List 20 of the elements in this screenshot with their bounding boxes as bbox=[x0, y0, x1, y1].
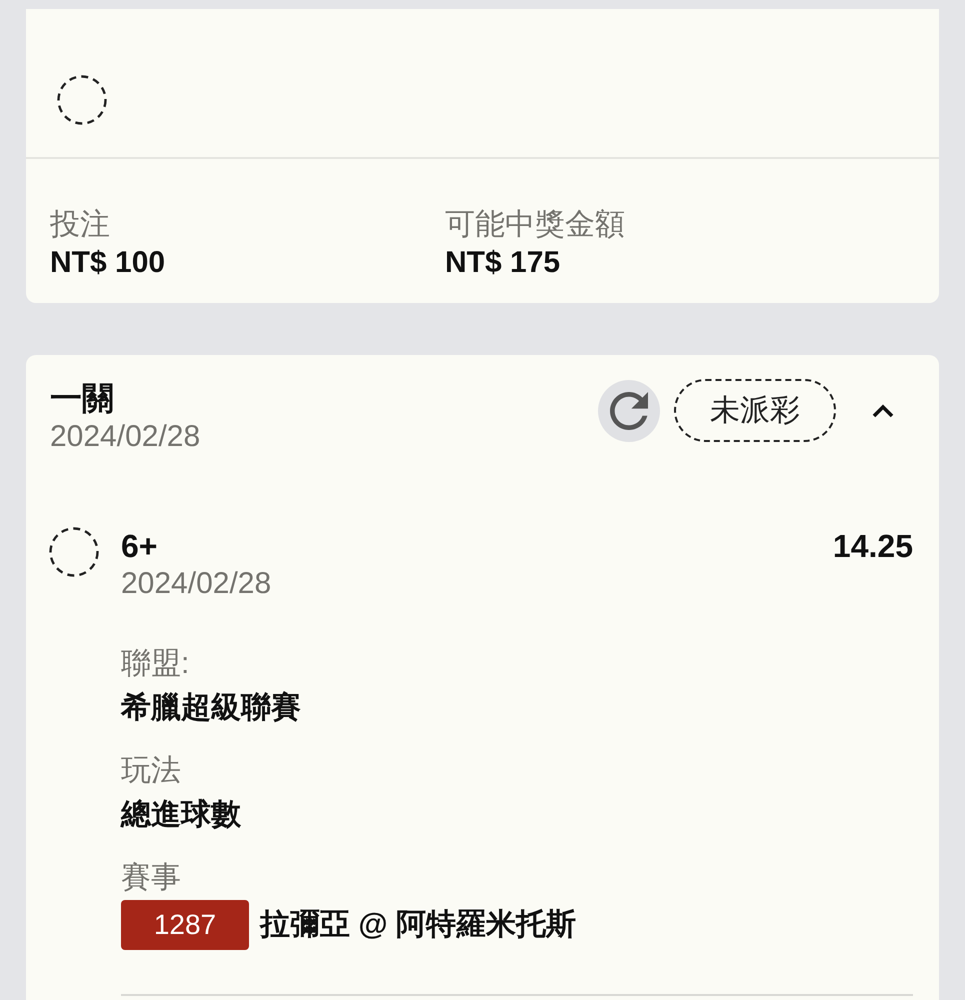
field-value: NT$ 175 bbox=[445, 245, 562, 281]
bet-type-title: 一關 bbox=[50, 379, 115, 417]
selection-pick: 6+ bbox=[121, 527, 158, 565]
selection-date: 2024/02/28 bbox=[121, 566, 272, 602]
detail-label: 聯盟: bbox=[121, 646, 190, 682]
field-label: 可能中獎金額 bbox=[445, 207, 626, 243]
dashed-circle-icon bbox=[49, 527, 99, 577]
dashed-circle-icon bbox=[57, 75, 107, 125]
match-number-tag: 1287 bbox=[121, 900, 249, 950]
status-tag: 未派彩 bbox=[674, 379, 836, 442]
match-teams: 拉彌亞 @ 阿特羅米托斯 bbox=[260, 907, 576, 943]
field-label: 投注 bbox=[50, 207, 111, 243]
detail-value: 總進球數 bbox=[121, 797, 242, 833]
refresh-icon bbox=[610, 392, 648, 430]
selection-odds: 14.25 bbox=[832, 527, 913, 565]
detail-label: 玩法 bbox=[121, 753, 182, 789]
field-value: NT$ 100 bbox=[50, 245, 166, 281]
detail-value: 希臘超級聯賽 bbox=[121, 690, 302, 726]
detail-label: 賽事 bbox=[121, 860, 182, 896]
bet-date: 2024/02/28 bbox=[50, 419, 200, 455]
